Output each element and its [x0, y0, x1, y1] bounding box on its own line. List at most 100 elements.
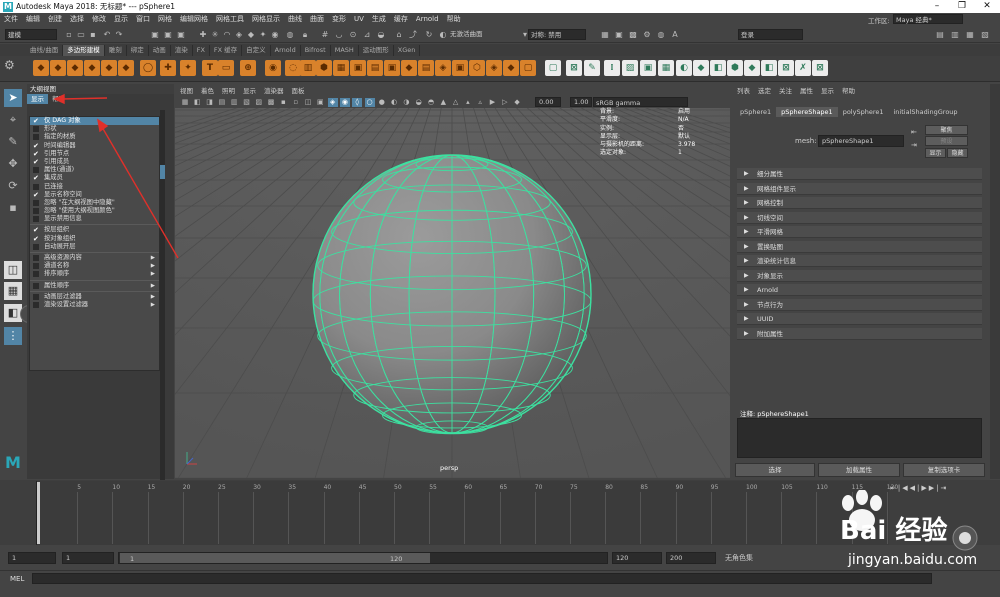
- output-ops-icon[interactable]: ⤴: [408, 30, 418, 40]
- attr-section[interactable]: 附加属性: [737, 327, 982, 340]
- menu-11[interactable]: 曲线: [288, 14, 302, 24]
- viewport-tool-13-icon[interactable]: ◉: [339, 98, 350, 107]
- menu-3[interactable]: 选择: [70, 14, 84, 24]
- viewport-menu-4[interactable]: 渲染器: [264, 85, 284, 95]
- menu-9[interactable]: 网格工具: [216, 14, 244, 24]
- menu-2[interactable]: 创建: [48, 14, 62, 24]
- outliner-menu-item[interactable]: 高级资源内容 ▶: [30, 254, 159, 262]
- load-attributes-button[interactable]: 加载属性: [818, 463, 900, 477]
- end-time-field[interactable]: 200: [666, 552, 716, 564]
- new-scene-icon[interactable]: ▫: [64, 30, 74, 40]
- shelf-tool-2-icon[interactable]: ◆: [67, 60, 83, 76]
- select-by-curve-icon[interactable]: ◠: [222, 30, 232, 40]
- outliner-menu-item[interactable]: ✔ 显示名称空间: [30, 191, 159, 199]
- viewport-tool-19-icon[interactable]: ◒: [414, 98, 424, 107]
- select-by-misc-icon[interactable]: ◍: [285, 30, 295, 40]
- snap-grid-icon[interactable]: #: [320, 30, 330, 40]
- menu-18[interactable]: 帮助: [447, 14, 461, 24]
- mode-select[interactable]: 建模: [5, 29, 57, 40]
- start-time-field[interactable]: 1: [8, 552, 56, 564]
- viewport-tool-0-icon[interactable]: ▦: [180, 98, 190, 107]
- shelf-tool-23-icon[interactable]: ▣: [452, 60, 468, 76]
- shelf-tool-9-icon[interactable]: T: [202, 60, 218, 76]
- viewport-tool-1-icon[interactable]: ◧: [192, 98, 202, 107]
- outliner-menu-item[interactable]: 自动展开层: [30, 243, 159, 251]
- shelf-tab-2[interactable]: 雕刻: [105, 45, 127, 56]
- show-button[interactable]: 显示: [925, 148, 946, 158]
- shelf-tool-27-icon[interactable]: ▢: [520, 60, 536, 76]
- render-settings-icon[interactable]: ⚙: [642, 30, 652, 40]
- menu-1[interactable]: 编辑: [26, 14, 40, 24]
- shelf-tool-41-icon[interactable]: ⊠: [778, 60, 794, 76]
- select-hierarchy-icon[interactable]: ▣: [150, 30, 160, 40]
- preset-arrow-icon[interactable]: ⇥: [911, 141, 917, 149]
- viewport-tool-7-icon[interactable]: ▩: [266, 98, 276, 107]
- attr-menu-3[interactable]: 属性: [800, 85, 813, 95]
- viewport-tool-27-icon[interactable]: ◆: [512, 98, 522, 107]
- select-by-deform-icon[interactable]: ◆: [246, 30, 256, 40]
- shelf-tool-3-icon[interactable]: ◆: [84, 60, 100, 76]
- viewport-tool-14-icon[interactable]: ◊: [352, 98, 363, 107]
- render-view-icon[interactable]: ▦: [600, 30, 610, 40]
- sphere-mesh[interactable]: [312, 154, 592, 435]
- shelf-tool-16-icon[interactable]: ▦: [333, 60, 349, 76]
- open-scene-icon[interactable]: ▭: [76, 30, 86, 40]
- outliner-menu-item[interactable]: ✔ 按对象组织: [30, 235, 159, 243]
- command-input[interactable]: [32, 573, 932, 584]
- menu-15[interactable]: 生成: [372, 14, 386, 24]
- shelf-tool-5-icon[interactable]: ◆: [118, 60, 134, 76]
- ipr-render-icon[interactable]: ▩: [628, 30, 638, 40]
- range-start-field[interactable]: 1: [62, 552, 114, 564]
- render-current-icon[interactable]: ▣: [614, 30, 624, 40]
- attr-section[interactable]: 平滑网格: [737, 226, 982, 238]
- shelf-tool-39-icon[interactable]: ◆: [744, 60, 760, 76]
- shelf-tool-4-icon[interactable]: ◆: [101, 60, 117, 76]
- shelf-tool-25-icon[interactable]: ◈: [486, 60, 502, 76]
- attr-tab-3[interactable]: initialShadingGroup: [888, 107, 962, 117]
- viewport-tool-3-icon[interactable]: ▤: [217, 98, 227, 107]
- notes-field[interactable]: [737, 418, 982, 458]
- viewport-tool-10-icon[interactable]: ◫: [303, 98, 313, 107]
- copy-tab-button[interactable]: 复制选项卡: [903, 463, 985, 477]
- viewport-tool-11-icon[interactable]: ▣: [315, 98, 325, 107]
- shelf-tab-0[interactable]: 曲线/曲面: [26, 45, 64, 56]
- shelf-tool-11-icon[interactable]: ⊕: [240, 60, 256, 76]
- shelf-tool-1-icon[interactable]: ◆: [50, 60, 66, 76]
- menu-5[interactable]: 显示: [114, 14, 128, 24]
- select-by-render-icon[interactable]: ◉: [270, 30, 280, 40]
- attr-tab-0[interactable]: pSphere1: [735, 107, 776, 117]
- snap-curve-icon[interactable]: ◡: [334, 30, 344, 40]
- menu-7[interactable]: 网格: [158, 14, 172, 24]
- attr-menu-1[interactable]: 选定: [758, 85, 771, 95]
- range-end-field[interactable]: 120: [612, 552, 662, 564]
- shelf-tool-31-icon[interactable]: ⁞: [604, 60, 620, 76]
- layout-option-icon[interactable]: ⋮: [4, 327, 22, 345]
- construction-history-icon[interactable]: ↻: [424, 30, 434, 40]
- outliner-menu-item[interactable]: 显示禁用信息: [30, 215, 159, 223]
- shelf-tool-42-icon[interactable]: ✗: [795, 60, 811, 76]
- menu-17[interactable]: Arnold: [416, 15, 439, 23]
- move-tool-icon[interactable]: ✥: [4, 155, 22, 173]
- mesh-name-field[interactable]: pSphereShape1: [818, 135, 904, 147]
- shelf-tab-12[interactable]: 运动图形: [359, 45, 394, 56]
- shelf-tool-0-icon[interactable]: ◆: [33, 60, 49, 76]
- viewport-tool-23-icon[interactable]: ▴: [463, 98, 473, 107]
- select-by-dynamic-icon[interactable]: ✦: [258, 30, 268, 40]
- shelf-tab-7[interactable]: FX 缓存: [210, 45, 243, 56]
- shelf-tool-34-icon[interactable]: ▦: [658, 60, 674, 76]
- outliner-menu-item[interactable]: 排序顺序 ▶: [30, 270, 159, 278]
- snap-surface-icon[interactable]: ◒: [376, 30, 386, 40]
- color-space-select[interactable]: sRGB gamma: [593, 97, 688, 107]
- viewport-tool-17-icon[interactable]: ◐: [389, 98, 399, 107]
- paint-select-icon[interactable]: ✎: [4, 133, 22, 151]
- shelf-tab-10[interactable]: Bifrost: [301, 45, 331, 56]
- shelf-tool-38-icon[interactable]: ⬢: [727, 60, 743, 76]
- viewport-tool-24-icon[interactable]: ▵: [475, 98, 485, 107]
- attr-section[interactable]: Arnold: [737, 284, 982, 296]
- focus-button[interactable]: 聚焦: [925, 125, 968, 135]
- time-slider[interactable]: [36, 481, 889, 545]
- menu-16[interactable]: 缓存: [394, 14, 408, 24]
- viewport-menu-1[interactable]: 着色: [201, 85, 214, 95]
- outliner-menu-item[interactable]: ✔ 按层组织: [30, 226, 159, 234]
- shelf-tool-6-icon[interactable]: ◯: [140, 60, 156, 76]
